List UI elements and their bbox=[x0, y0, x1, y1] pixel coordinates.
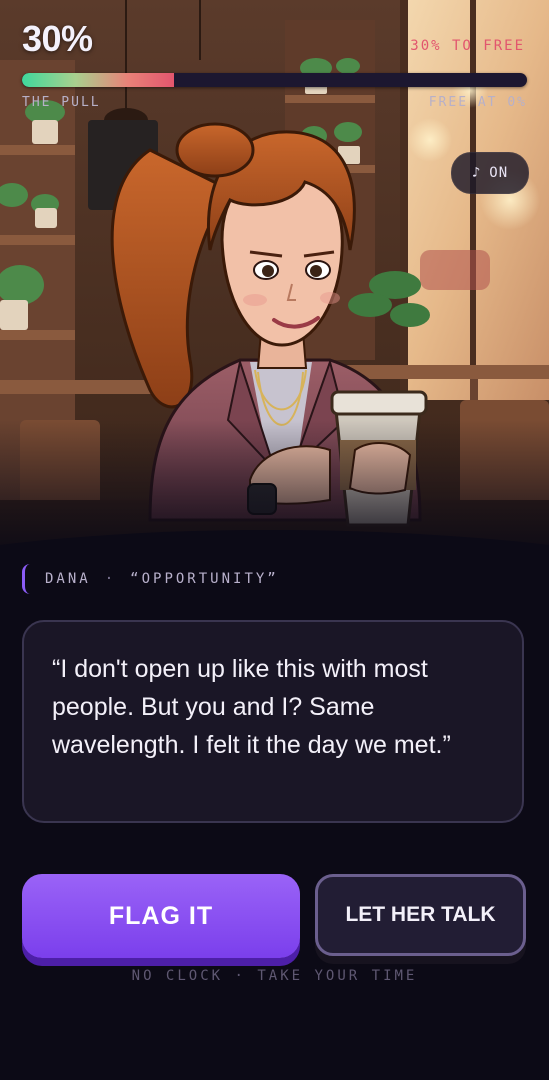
progress-left-label: THE PULL bbox=[22, 95, 101, 110]
flag-it-button[interactable]: FLAG IT bbox=[22, 874, 300, 958]
speaker-tag: DANA · “OPPORTUNITY” bbox=[22, 564, 279, 594]
speaker-role-tag: “OPPORTUNITY” bbox=[130, 571, 279, 587]
let-her-talk-button[interactable]: LET HER TALK bbox=[315, 874, 526, 956]
progress-right-label: FREE AT 0% bbox=[428, 95, 527, 110]
music-toggle-label: ON bbox=[489, 165, 509, 181]
progress-bar-fill bbox=[22, 73, 174, 87]
speaker-name: DANA bbox=[45, 571, 91, 587]
speaker-separator: · bbox=[104, 571, 117, 587]
music-toggle[interactable]: ♪ ON bbox=[451, 152, 529, 194]
progress-percent: 30% bbox=[22, 18, 93, 59]
footer-hint: NO CLOCK · TAKE YOUR TIME bbox=[131, 968, 418, 984]
dialogue-text: “I don't open up like this with most peo… bbox=[52, 655, 451, 759]
progress-bar bbox=[22, 73, 527, 87]
dialogue-box: “I don't open up like this with most peo… bbox=[22, 620, 524, 823]
speaker-accent-bracket bbox=[22, 564, 31, 594]
progress-goal-label: 30% TO FREE bbox=[410, 38, 525, 54]
music-note-icon: ♪ bbox=[471, 165, 482, 181]
